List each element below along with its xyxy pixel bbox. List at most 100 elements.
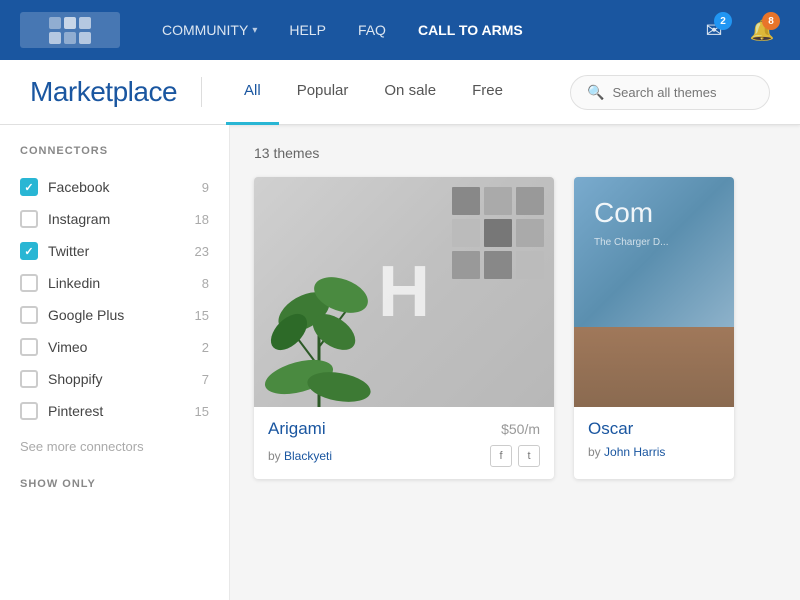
twitter-share-icon[interactable]: t [518, 445, 540, 467]
theme-name-row-arigami: Arigami $50/m [268, 419, 540, 439]
header-icons: ✉ 2 🔔 8 [696, 12, 780, 48]
connector-count-facebook: 9 [202, 180, 209, 195]
theme-price-arigami: $50/m [501, 421, 540, 437]
header: COMMUNITY ▾ HELP FAQ CALL TO ARMS ✉ 2 🔔 … [0, 0, 800, 60]
show-only-title: SHOW ONLY [20, 478, 209, 490]
photo-thumb [452, 251, 480, 279]
oscar-books [574, 327, 734, 407]
nav-item-faq[interactable]: FAQ [346, 14, 398, 46]
connector-count-shoppify: 7 [202, 372, 209, 387]
connector-count-twitter: 23 [195, 244, 209, 259]
connector-item-twitter[interactable]: ✓ Twitter 23 [20, 235, 209, 267]
theme-info-oscar: Oscar by John Harris [574, 407, 734, 471]
photo-thumb [484, 251, 512, 279]
logo-cell [64, 32, 76, 44]
oscar-background: Com The Charger D... [574, 177, 734, 407]
nav-item-community[interactable]: COMMUNITY ▾ [150, 14, 269, 46]
checkbox-twitter[interactable]: ✓ [20, 242, 38, 260]
facebook-share-icon[interactable]: f [490, 445, 512, 467]
theme-author-arigami: by Blackyeti [268, 449, 332, 463]
author-link-oscar[interactable]: John Harris [604, 445, 665, 459]
arigami-photos-grid [452, 187, 544, 279]
connector-count-linkedin: 8 [202, 276, 209, 291]
themes-count: 13 themes [254, 145, 776, 161]
theme-author-oscar: by John Harris [588, 445, 665, 459]
theme-card-oscar[interactable]: Com The Charger D... Oscar by John Harri… [574, 177, 734, 479]
connector-name-linkedin: Linkedin [48, 275, 192, 291]
logo-cell [64, 17, 76, 29]
connector-name-pinterest: Pinterest [48, 403, 185, 419]
connector-item-instagram[interactable]: Instagram 18 [20, 203, 209, 235]
checkbox-google-plus[interactable] [20, 306, 38, 324]
checkbox-linkedin[interactable] [20, 274, 38, 292]
connector-count-pinterest: 15 [195, 404, 209, 419]
connector-count-vimeo: 2 [202, 340, 209, 355]
checkbox-facebook[interactable]: ✓ [20, 178, 38, 196]
notifications-icon-button[interactable]: ✉ 2 [696, 12, 732, 48]
see-more-connectors-link[interactable]: See more connectors [20, 435, 209, 458]
connector-item-shoppify[interactable]: Shoppify 7 [20, 363, 209, 395]
main-nav: COMMUNITY ▾ HELP FAQ CALL TO ARMS [150, 14, 535, 46]
photo-thumb [516, 219, 544, 247]
logo-cell [49, 17, 61, 29]
search-icon: 🔍 [587, 84, 604, 101]
sidebar: CONNECTORS ✓ Facebook 9 Instagram 18 ✓ T… [0, 125, 230, 600]
checkmark-icon: ✓ [24, 181, 33, 194]
photo-thumb [516, 251, 544, 279]
logo-cell [79, 32, 91, 44]
toolbar: Marketplace All Popular On sale Free 🔍 [0, 60, 800, 125]
checkbox-vimeo[interactable] [20, 338, 38, 356]
connector-name-instagram: Instagram [48, 211, 185, 227]
plant-icon [259, 237, 389, 407]
photo-thumb [452, 219, 480, 247]
connector-name-shoppify: Shoppify [48, 371, 192, 387]
checkmark-icon: ✓ [24, 245, 33, 258]
tab-free[interactable]: Free [454, 60, 521, 125]
connector-count-instagram: 18 [195, 212, 209, 227]
connector-item-linkedin[interactable]: Linkedin 8 [20, 267, 209, 299]
author-link-arigami[interactable]: Blackyeti [284, 449, 332, 463]
theme-info-arigami: Arigami $50/m by Blackyeti f t [254, 407, 554, 479]
photo-thumb [452, 187, 480, 215]
logo-cell [79, 17, 91, 29]
search-input[interactable] [612, 85, 753, 100]
connector-item-vimeo[interactable]: Vimeo 2 [20, 331, 209, 363]
theme-socials-arigami: f t [490, 445, 540, 467]
connector-name-vimeo: Vimeo [48, 339, 192, 355]
chevron-down-icon: ▾ [252, 25, 257, 36]
tab-on-sale[interactable]: On sale [366, 60, 454, 125]
theme-card-arigami[interactable]: H [254, 177, 554, 479]
logo-cell [49, 32, 61, 44]
connector-item-google-plus[interactable]: Google Plus 15 [20, 299, 209, 331]
notification-badge: 2 [714, 12, 732, 30]
content-area: CONNECTORS ✓ Facebook 9 Instagram 18 ✓ T… [0, 125, 800, 600]
checkbox-instagram[interactable] [20, 210, 38, 228]
theme-name-oscar: Oscar [588, 419, 633, 439]
checkbox-pinterest[interactable] [20, 402, 38, 420]
photo-thumb [484, 187, 512, 215]
tab-popular[interactable]: Popular [279, 60, 367, 125]
search-box[interactable]: 🔍 [570, 75, 770, 110]
nav-item-call-to-arms[interactable]: CALL TO ARMS [406, 14, 535, 46]
arigami-background: H [254, 177, 554, 407]
oscar-subtitle: The Charger D... [594, 237, 668, 248]
logo[interactable] [20, 12, 120, 48]
tab-all[interactable]: All [226, 60, 279, 125]
theme-name-row-oscar: Oscar [588, 419, 720, 439]
connector-item-facebook[interactable]: ✓ Facebook 9 [20, 171, 209, 203]
nav-item-help[interactable]: HELP [277, 14, 338, 46]
theme-name-arigami: Arigami [268, 419, 326, 439]
alerts-icon-button[interactable]: 🔔 8 [744, 12, 780, 48]
checkbox-shoppify[interactable] [20, 370, 38, 388]
connector-count-google-plus: 15 [195, 308, 209, 323]
theme-author-row-oscar: by John Harris [588, 445, 720, 459]
themes-grid: H [254, 177, 776, 479]
connector-item-pinterest[interactable]: Pinterest 15 [20, 395, 209, 427]
photo-thumb [484, 219, 512, 247]
theme-author-row-arigami: by Blackyeti f t [268, 445, 540, 467]
oscar-overlay-text: Com [594, 197, 653, 229]
logo-grid [49, 17, 91, 44]
photo-thumb [516, 187, 544, 215]
tab-bar: All Popular On sale Free [226, 60, 521, 124]
theme-image-oscar: Com The Charger D... [574, 177, 734, 407]
